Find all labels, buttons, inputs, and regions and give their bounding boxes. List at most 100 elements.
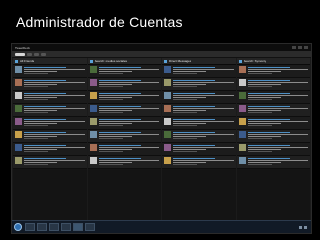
- avatar[interactable]: [15, 131, 22, 138]
- tweet-item[interactable]: [87, 117, 161, 130]
- taskbar-windows-explorer-button[interactable]: [25, 223, 35, 231]
- avatar[interactable]: [164, 157, 171, 164]
- text-line: [98, 119, 141, 120]
- text-line: [24, 82, 85, 83]
- tweet-item[interactable]: [162, 130, 236, 143]
- column-header[interactable]: All Friends: [13, 58, 87, 65]
- tweet-item[interactable]: [87, 65, 161, 78]
- tweet-item[interactable]: [162, 104, 236, 117]
- avatar[interactable]: [238, 79, 246, 86]
- text-line: [24, 119, 67, 120]
- tweet-text: [247, 131, 308, 141]
- taskbar-app-button[interactable]: [85, 223, 95, 231]
- avatar[interactable]: [15, 79, 22, 86]
- text-line: [247, 149, 281, 150]
- tweet-item[interactable]: [162, 78, 236, 91]
- tweet-item[interactable]: [13, 65, 87, 78]
- tweet-item[interactable]: [87, 156, 161, 169]
- avatar[interactable]: [164, 105, 171, 112]
- tweet-item[interactable]: [87, 104, 161, 117]
- tweet-item[interactable]: [13, 104, 87, 117]
- avatar[interactable]: [238, 66, 246, 73]
- avatar[interactable]: [89, 105, 97, 112]
- avatar[interactable]: [164, 66, 171, 73]
- tweet-text: [247, 157, 308, 167]
- taskbar-browser-button[interactable]: [37, 223, 47, 231]
- avatar[interactable]: [89, 144, 97, 151]
- tweet-item[interactable]: [236, 65, 310, 78]
- text-line: [173, 119, 216, 120]
- taskbar-media-player-button[interactable]: [49, 223, 59, 231]
- avatar[interactable]: [238, 131, 246, 138]
- refresh-button[interactable]: [41, 52, 46, 56]
- tweet-item[interactable]: [87, 78, 161, 91]
- tweet-item[interactable]: [236, 143, 310, 156]
- avatar[interactable]: [89, 66, 97, 73]
- tweet-item[interactable]: [162, 156, 236, 169]
- close-button[interactable]: [304, 46, 308, 49]
- tweet-item[interactable]: [162, 117, 236, 130]
- tweet-item[interactable]: [236, 91, 310, 104]
- text-line: [98, 147, 159, 148]
- tweet-item[interactable]: [13, 117, 87, 130]
- tweet-item[interactable]: [162, 65, 236, 78]
- tweet-item[interactable]: [13, 91, 87, 104]
- tweet-item[interactable]: [13, 143, 87, 156]
- tweet-text: [98, 79, 159, 89]
- avatar[interactable]: [15, 118, 22, 125]
- column-header[interactable]: Direct Messages: [162, 58, 236, 65]
- text-line: [173, 162, 207, 163]
- text-line: [173, 121, 234, 122]
- tweet-item[interactable]: [87, 143, 161, 156]
- text-line: [24, 69, 85, 70]
- tweet-item[interactable]: [236, 117, 310, 130]
- text-line: [173, 123, 207, 124]
- volume-icon[interactable]: [304, 225, 307, 229]
- taskbar-folder-button[interactable]: [61, 223, 71, 231]
- text-line: [24, 110, 58, 111]
- avatar[interactable]: [15, 66, 22, 73]
- tweet-item[interactable]: [13, 130, 87, 143]
- avatar[interactable]: [238, 157, 246, 164]
- tweet-item[interactable]: [13, 156, 87, 169]
- avatar[interactable]: [15, 105, 22, 112]
- avatar[interactable]: [15, 144, 22, 151]
- tweet-item[interactable]: [236, 156, 310, 169]
- column-header[interactable]: Search: medios sociales: [87, 58, 161, 65]
- tweet-item[interactable]: [87, 91, 161, 104]
- tweet-item[interactable]: [13, 78, 87, 91]
- avatar[interactable]: [89, 118, 97, 125]
- minimize-button[interactable]: [292, 46, 296, 49]
- avatar[interactable]: [164, 118, 171, 125]
- tweet-item[interactable]: [236, 130, 310, 143]
- tweet-item[interactable]: [236, 104, 310, 117]
- avatar[interactable]: [89, 131, 97, 138]
- new-tweet-button[interactable]: [27, 52, 32, 56]
- avatar[interactable]: [238, 105, 246, 112]
- text-line: [247, 93, 290, 94]
- avatar[interactable]: [238, 144, 246, 151]
- taskbar-tweetdeck-button[interactable]: [73, 223, 83, 231]
- tweet-item[interactable]: [162, 143, 236, 156]
- column-title: Search: Symonty: [243, 59, 267, 63]
- avatar[interactable]: [238, 92, 246, 99]
- avatar[interactable]: [164, 92, 171, 99]
- avatar[interactable]: [89, 79, 97, 86]
- tweet-item[interactable]: [162, 91, 236, 104]
- network-icon[interactable]: [299, 225, 302, 229]
- avatar[interactable]: [89, 157, 97, 164]
- avatar[interactable]: [15, 92, 22, 99]
- avatar[interactable]: [164, 144, 171, 151]
- text-line: [98, 160, 159, 161]
- column-header[interactable]: Search: Symonty: [236, 58, 310, 65]
- tweet-item[interactable]: [87, 130, 161, 143]
- avatar[interactable]: [238, 118, 246, 125]
- avatar[interactable]: [164, 131, 171, 138]
- avatar[interactable]: [15, 157, 22, 164]
- tweet-item[interactable]: [236, 78, 310, 91]
- maximize-button[interactable]: [298, 46, 302, 49]
- start-button[interactable]: [14, 223, 22, 231]
- avatar[interactable]: [89, 92, 97, 99]
- add-column-button[interactable]: [34, 52, 39, 56]
- avatar[interactable]: [164, 79, 171, 86]
